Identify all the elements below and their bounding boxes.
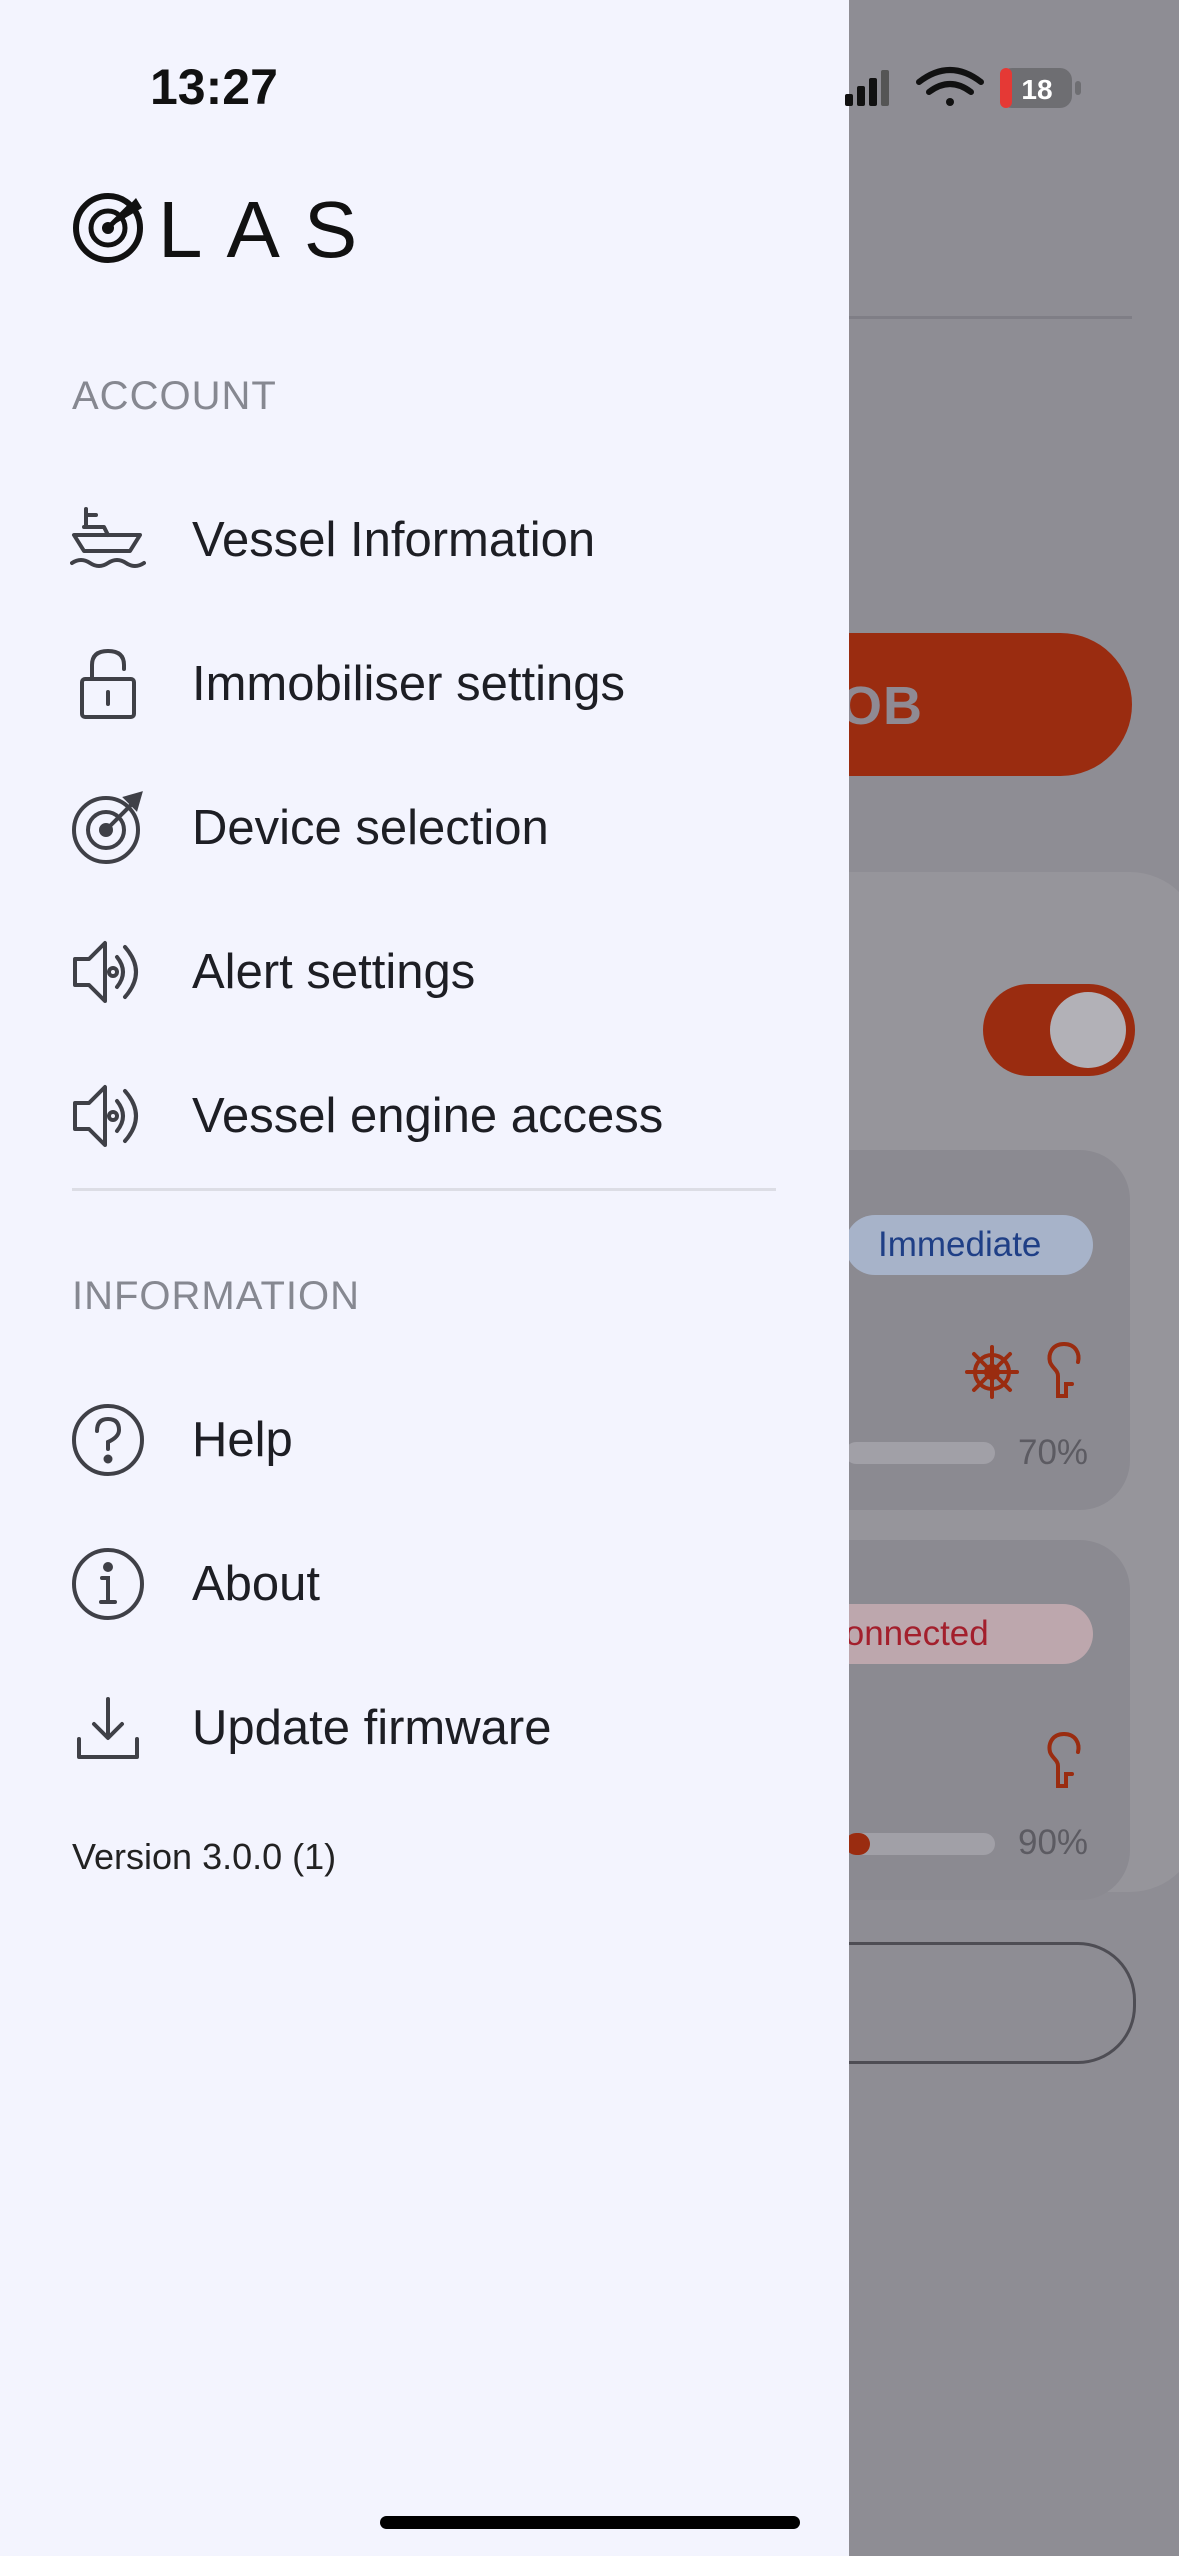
menu-item-label: Vessel engine access bbox=[192, 1089, 664, 1143]
menu-item-vessel-information[interactable]: Vessel Information bbox=[0, 480, 849, 600]
download-icon bbox=[68, 1688, 148, 1768]
side-drawer: 13:27 18 LAS ACCOUNT Vessel Information … bbox=[0, 0, 1081, 2556]
menu-item-label: About bbox=[192, 1557, 321, 1611]
devices-toggle[interactable] bbox=[983, 984, 1135, 1076]
drawer-divider bbox=[72, 1188, 776, 1191]
app-logo: LAS bbox=[70, 190, 370, 270]
menu-item-alert-settings[interactable]: Alert settings bbox=[0, 912, 849, 1032]
menu-item-vessel-engine-access[interactable]: Vessel engine access bbox=[0, 1056, 849, 1176]
menu-item-label: Help bbox=[192, 1413, 293, 1467]
device2-percent: 90% bbox=[1018, 1823, 1089, 1862]
menu-item-update-firmware[interactable]: Update firmware bbox=[0, 1668, 849, 1788]
status-badge-immediate: Immediate bbox=[845, 1215, 1093, 1275]
home-indicator[interactable] bbox=[380, 2516, 800, 2529]
menu-item-label: Alert settings bbox=[192, 945, 476, 999]
menu-item-label: Immobiliser settings bbox=[192, 657, 625, 711]
radar-icon bbox=[68, 788, 148, 868]
status-icons: 18 bbox=[845, 67, 1081, 108]
menu-item-immobiliser-settings[interactable]: Immobiliser settings bbox=[0, 624, 849, 744]
signal-icon bbox=[845, 70, 889, 106]
toggle-knob bbox=[1050, 992, 1126, 1068]
logo-text: LAS bbox=[158, 185, 382, 274]
menu-item-label: Update firmware bbox=[192, 1701, 552, 1755]
menu-item-device-selection[interactable]: Device selection bbox=[0, 768, 849, 888]
menu-item-help[interactable]: Help bbox=[0, 1380, 849, 1500]
section-title-account: ACCOUNT bbox=[72, 374, 277, 418]
lanyard-icon bbox=[1047, 1342, 1081, 1398]
menu-item-about[interactable]: About bbox=[0, 1524, 849, 1644]
section-title-information: INFORMATION bbox=[72, 1274, 361, 1318]
svg-text:18: 18 bbox=[1021, 74, 1052, 105]
helm-icon bbox=[965, 1345, 1019, 1399]
device1-percent: 70% bbox=[1018, 1433, 1089, 1472]
mob-button-label: OB bbox=[840, 676, 923, 736]
boat-icon bbox=[68, 500, 148, 580]
speaker-icon bbox=[68, 1076, 148, 1156]
version-label: Version 3.0.0 (1) bbox=[72, 1836, 337, 1877]
unlock-icon bbox=[68, 644, 148, 724]
help-icon bbox=[68, 1400, 148, 1480]
status-time: 13:27 bbox=[150, 59, 278, 115]
lanyard-icon bbox=[1047, 1732, 1081, 1788]
battery-icon: 18 bbox=[1000, 68, 1081, 108]
device2-battery-bar bbox=[845, 1833, 995, 1855]
menu-item-label: Device selection bbox=[192, 801, 549, 855]
device1-battery-bar bbox=[845, 1442, 995, 1464]
background-divider bbox=[848, 316, 1132, 319]
wifi-icon bbox=[916, 67, 984, 106]
menu-item-label: Vessel Information bbox=[192, 513, 596, 567]
speaker-icon bbox=[68, 932, 148, 1012]
info-icon bbox=[68, 1544, 148, 1624]
